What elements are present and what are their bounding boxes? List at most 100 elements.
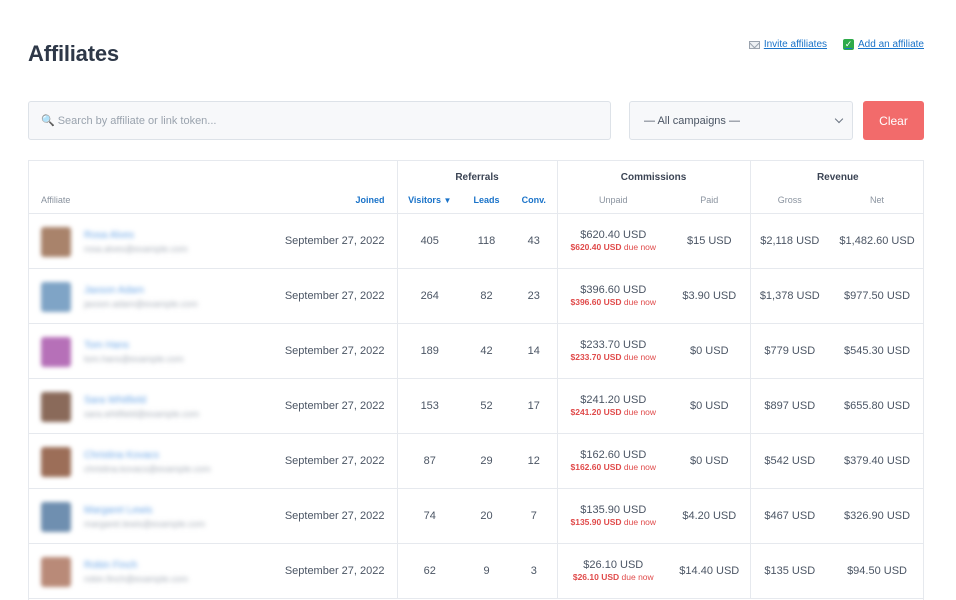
net-value: $326.90 USD: [829, 488, 923, 544]
due-now-note: $241.20 USD due now: [558, 407, 670, 417]
campaign-select[interactable]: — All campaigns —: [629, 101, 853, 140]
affiliate-cell: Rosa Alves rosa.alves@example.com Septembe…: [29, 213, 397, 269]
affiliates-table: Referrals Commissions Revenue Affiliate …: [28, 160, 924, 600]
joined-date: September 27, 2022: [284, 564, 385, 577]
joined-column-header[interactable]: Joined: [355, 195, 384, 205]
due-amount: $135.90 USD: [570, 517, 622, 527]
gross-column-header: Gross: [749, 188, 830, 214]
unpaid-value: $26.10 USD: [583, 559, 644, 571]
visitors-value: 153: [396, 378, 462, 434]
paid-value: $0 USD: [669, 378, 751, 434]
paid-value: $15 USD: [669, 213, 751, 269]
affiliate-name-link[interactable]: Tom Hans: [84, 340, 129, 351]
affiliate-name-link[interactable]: Margaret Lewis: [84, 505, 152, 516]
invite-affiliates-link[interactable]: Invite affiliates: [748, 39, 827, 50]
affiliate-column-header: Affiliate Joined: [29, 188, 397, 214]
conv-value: 43: [511, 213, 558, 269]
unpaid-cell: $233.70 USD $233.70 USD due now: [556, 323, 670, 379]
affiliate-name-link[interactable]: Sara Whitfield: [84, 395, 146, 406]
conv-value: 17: [511, 378, 558, 434]
joined-date: September 27, 2022: [284, 399, 385, 412]
conv-value: 12: [511, 433, 558, 489]
paid-value: $4.20 USD: [669, 488, 751, 544]
leads-value: 42: [462, 323, 511, 379]
avatar: [41, 336, 71, 367]
affiliate-cell: Tom Hans tom.hans@example.com September 27…: [29, 323, 397, 379]
net-value: $1,482.60 USD: [829, 213, 923, 269]
due-suffix: due now: [621, 572, 654, 582]
affiliate-email: sara.whitfield@example.com: [84, 408, 200, 419]
affiliate-name-link[interactable]: Christina Kovacs: [84, 450, 159, 461]
add-affiliate-label: Add an affiliate: [858, 39, 924, 50]
search-input[interactable]: [57, 114, 578, 127]
conv-column-header[interactable]: Conv.: [511, 188, 558, 214]
leads-value: 118: [462, 213, 511, 269]
affiliate-email: jaxson.adam@example.com: [84, 298, 198, 309]
visitors-value: 74: [396, 488, 462, 544]
unpaid-value: $162.60 USD: [580, 449, 647, 461]
due-amount: $396.60 USD: [570, 297, 622, 307]
joined-date: September 27, 2022: [284, 454, 385, 467]
checkmark-icon: ✓: [843, 39, 855, 50]
unpaid-column-header: Unpaid: [556, 188, 670, 214]
visitors-column-header[interactable]: Visitors ▼: [396, 188, 462, 214]
leads-value: 52: [462, 378, 511, 434]
paid-value: $0 USD: [669, 433, 751, 489]
affiliate-email: margaret.lewis@example.com: [84, 518, 206, 529]
unpaid-cell: $396.60 USD $396.60 USD due now: [556, 268, 670, 324]
affiliate-email: rosa.alves@example.com: [84, 243, 188, 254]
net-value: $655.80 USD: [829, 378, 923, 434]
net-value: $545.30 USD: [829, 323, 923, 379]
unpaid-cell: $162.60 USD $162.60 USD due now: [556, 433, 670, 489]
affiliate-cell: Margaret Lewis margaret.lewis@example.com…: [29, 488, 397, 544]
gross-value: $467 USD: [749, 488, 830, 544]
due-now-note: $26.10 USD due now: [558, 572, 670, 582]
net-column-header: Net: [829, 188, 923, 214]
gross-value: $897 USD: [749, 378, 830, 434]
table-row[interactable]: Christina Kovacs christina.kovacs@example…: [29, 433, 923, 489]
avatar: [41, 446, 71, 477]
leads-column-header[interactable]: Leads: [462, 188, 511, 214]
affiliate-name-link[interactable]: Rosa Alves: [84, 230, 134, 241]
sort-desc-icon: ▼: [443, 196, 452, 206]
conv-value: 14: [511, 323, 558, 379]
table-row[interactable]: Robin Finch robin.finch@example.com Septem…: [29, 543, 923, 599]
table-row[interactable]: Margaret Lewis margaret.lewis@example.com…: [29, 488, 923, 544]
net-value: $94.50 USD: [829, 543, 923, 599]
affiliate-name-link[interactable]: Jaxson Adam: [84, 285, 144, 296]
affiliate-cell: Christina Kovacs christina.kovacs@example…: [29, 433, 397, 489]
search-icon: 🔍: [41, 115, 55, 127]
due-suffix: due now: [623, 517, 657, 527]
due-amount: $162.60 USD: [570, 462, 622, 472]
unpaid-value: $241.20 USD: [580, 394, 647, 406]
avatar: [41, 391, 71, 422]
page-title: Affiliates: [28, 41, 119, 66]
chevron-down-icon: [834, 114, 844, 124]
affiliate-email: tom.hans@example.com: [84, 353, 184, 364]
paid-value: $14.40 USD: [669, 543, 751, 599]
paid-column-header: Paid: [669, 188, 751, 214]
search-box[interactable]: 🔍: [28, 101, 611, 140]
visitors-value: 62: [396, 543, 462, 599]
table-row[interactable]: Tom Hans tom.hans@example.com September 27…: [29, 323, 923, 379]
mail-icon: [748, 40, 760, 49]
due-now-note: $135.90 USD due now: [558, 517, 670, 527]
add-affiliate-link[interactable]: ✓ Add an affiliate: [843, 39, 924, 50]
table-row[interactable]: Rosa Alves rosa.alves@example.com Septembe…: [29, 213, 923, 269]
table-row[interactable]: Sara Whitfield sara.whitfield@example.com…: [29, 378, 923, 434]
unpaid-cell: $620.40 USD $620.40 USD due now: [556, 213, 670, 269]
due-suffix: due now: [623, 242, 657, 252]
visitors-value: 189: [396, 323, 462, 379]
clear-button[interactable]: Clear: [863, 101, 924, 140]
campaign-select-value: — All campaigns —: [644, 114, 740, 127]
leads-value: 82: [462, 268, 511, 324]
gross-value: $135 USD: [749, 543, 830, 599]
affiliate-name-link[interactable]: Robin Finch: [84, 560, 137, 571]
due-now-note: $396.60 USD due now: [558, 297, 670, 307]
gross-value: $542 USD: [749, 433, 830, 489]
due-amount: $620.40 USD: [570, 242, 622, 252]
due-now-note: $233.70 USD due now: [558, 352, 670, 362]
avatar: [41, 556, 71, 587]
joined-date: September 27, 2022: [284, 289, 385, 302]
table-row[interactable]: Jaxson Adam jaxson.adam@example.com Septem…: [29, 268, 923, 324]
